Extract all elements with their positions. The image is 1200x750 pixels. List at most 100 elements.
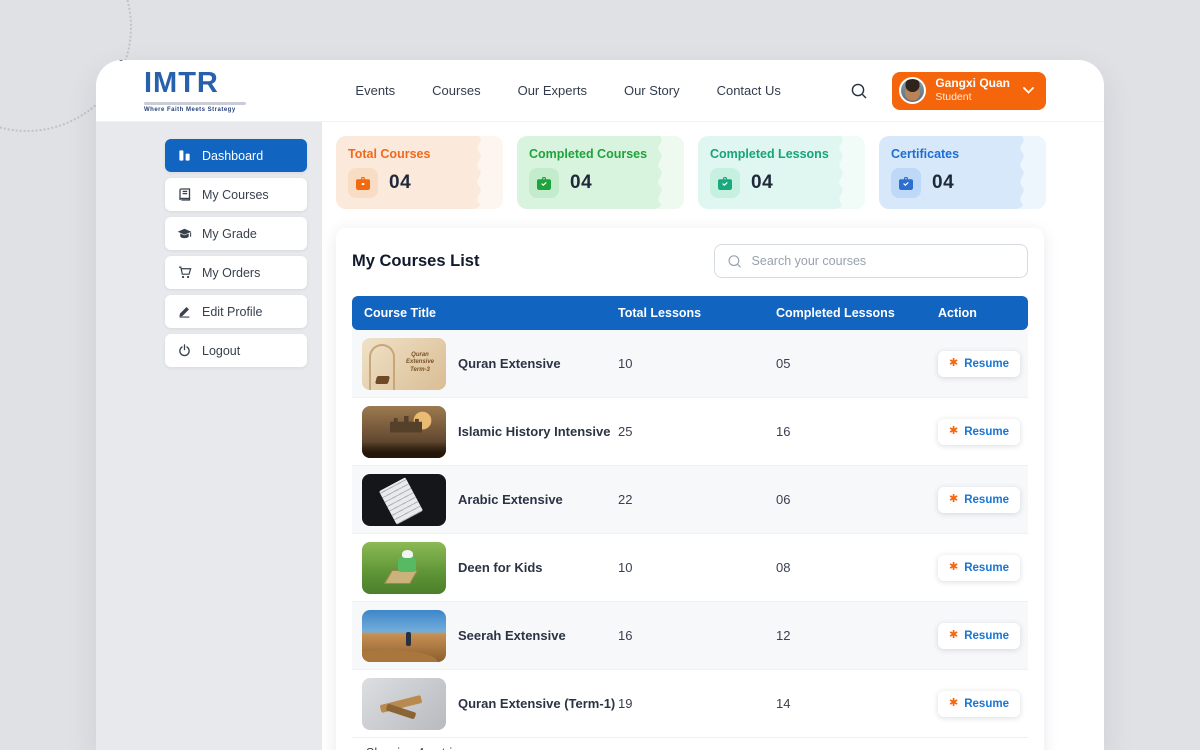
resume-button[interactable]: ✱Resume <box>938 623 1020 649</box>
brand-logo[interactable]: IMTR Where Faith Meets Strategy <box>144 69 246 113</box>
sidebar-item-label: Logout <box>202 344 240 358</box>
course-search[interactable] <box>714 244 1028 278</box>
stat-label: Certificates <box>891 147 1034 161</box>
search-icon <box>727 253 743 270</box>
nav-our-story[interactable]: Our Story <box>624 83 680 98</box>
resume-button[interactable]: ✱Resume <box>938 555 1020 581</box>
sidebar: Dashboard My Courses My Grade My Orders <box>96 122 322 750</box>
star-icon: ✱ <box>949 494 958 505</box>
nav-contact-us[interactable]: Contact Us <box>717 83 781 98</box>
total-lessons: 25 <box>618 424 776 439</box>
briefcase-icon <box>529 168 559 198</box>
sidebar-item-my-courses[interactable]: My Courses <box>165 178 307 211</box>
sidebar-item-my-grade[interactable]: My Grade <box>165 217 307 250</box>
sidebar-item-my-orders[interactable]: My Orders <box>165 256 307 289</box>
star-icon: ✱ <box>949 426 958 437</box>
user-menu[interactable]: Gangxi Quan Student <box>892 72 1046 110</box>
stats-row: Total Courses 04 Completed Courses <box>336 136 1104 209</box>
completed-lessons: 08 <box>776 560 938 575</box>
stat-value: 04 <box>570 172 592 194</box>
course-thumbnail <box>362 406 446 458</box>
completed-lessons: 05 <box>776 356 938 371</box>
sidebar-item-label: My Orders <box>202 266 260 280</box>
briefcase-icon <box>348 168 378 198</box>
star-icon: ✱ <box>949 630 958 641</box>
nav-our-experts[interactable]: Our Experts <box>518 83 587 98</box>
app-header: IMTR Where Faith Meets Strategy Events C… <box>96 60 1104 122</box>
table-row: Quran Extensive (Term-1) 19 14 ✱Resume <box>352 670 1028 738</box>
course-thumbnail: Quran Extensive Term-3 <box>362 338 446 390</box>
total-lessons: 22 <box>618 492 776 507</box>
nav-courses[interactable]: Courses <box>432 83 480 98</box>
briefcase-icon <box>891 168 921 198</box>
course-title: Quran Extensive (Term-1) <box>458 696 615 711</box>
col-completed-lessons: Completed Lessons <box>776 306 938 320</box>
sidebar-item-label: Dashboard <box>202 149 263 163</box>
nav-events[interactable]: Events <box>355 83 395 98</box>
completed-lessons: 12 <box>776 628 938 643</box>
logo-dots <box>109 60 123 61</box>
total-lessons: 16 <box>618 628 776 643</box>
thumbnail-text: Quran Extensive Term-3 <box>398 352 442 375</box>
completed-lessons: 16 <box>776 424 938 439</box>
search-icon[interactable] <box>850 82 868 100</box>
stat-value: 04 <box>932 172 954 194</box>
total-lessons: 10 <box>618 560 776 575</box>
app-body: Dashboard My Courses My Grade My Orders <box>96 122 1104 750</box>
main-content: Total Courses 04 Completed Courses <box>322 122 1104 750</box>
total-lessons: 19 <box>618 696 776 711</box>
table-header: Course Title Total Lessons Completed Les… <box>352 296 1028 330</box>
course-title: Quran Extensive <box>458 356 561 371</box>
course-thumbnail <box>362 542 446 594</box>
book-icon <box>177 188 192 201</box>
course-search-input[interactable] <box>752 254 1015 268</box>
logo-microtext <box>144 102 246 105</box>
total-lessons: 10 <box>618 356 776 371</box>
stat-label: Completed Courses <box>529 147 672 161</box>
graduation-cap-icon <box>177 228 192 240</box>
panel-title: My Courses List <box>352 252 479 271</box>
stat-card-completed-lessons: Completed Lessons 04 <box>698 136 865 209</box>
resume-button[interactable]: ✱Resume <box>938 351 1020 377</box>
stat-value: 04 <box>389 172 411 194</box>
user-name: Gangxi Quan <box>935 76 1010 91</box>
brand-tagline: Where Faith Meets Strategy <box>144 107 246 113</box>
col-course-title: Course Title <box>352 306 618 320</box>
main-nav: Events Courses Our Experts Our Story Con… <box>355 83 780 98</box>
course-title: Seerah Extensive <box>458 628 566 643</box>
sidebar-item-dashboard[interactable]: Dashboard <box>165 139 307 172</box>
course-title: Arabic Extensive <box>458 492 563 507</box>
sidebar-item-edit-profile[interactable]: Edit Profile <box>165 295 307 328</box>
sidebar-item-label: Edit Profile <box>202 305 262 319</box>
brand-name: IMTR <box>144 69 246 98</box>
sidebar-item-label: My Grade <box>202 227 257 241</box>
briefcase-icon <box>710 168 740 198</box>
sidebar-item-logout[interactable]: Logout <box>165 334 307 367</box>
col-action: Action <box>938 306 1028 320</box>
star-icon: ✱ <box>949 562 958 573</box>
power-icon <box>177 344 192 357</box>
stat-label: Completed Lessons <box>710 147 853 161</box>
pencil-icon <box>177 305 192 318</box>
dashboard-icon <box>177 149 192 162</box>
course-title: Deen for Kids <box>458 560 543 575</box>
stat-card-certificates: Certificates 04 <box>879 136 1046 209</box>
table-row: Arabic Extensive 22 06 ✱Resume <box>352 466 1028 534</box>
star-icon: ✱ <box>949 358 958 369</box>
table-row: Quran Extensive Term-3 Quran Extensive 1… <box>352 330 1028 398</box>
header-right: Gangxi Quan Student <box>850 72 1046 110</box>
sidebar-item-label: My Courses <box>202 188 269 202</box>
stat-card-completed-courses: Completed Courses 04 <box>517 136 684 209</box>
course-thumbnail <box>362 474 446 526</box>
table-row: Islamic History Intensive 25 16 ✱Resume <box>352 398 1028 466</box>
table-row: Deen for Kids 10 08 ✱Resume <box>352 534 1028 602</box>
app-window: IMTR Where Faith Meets Strategy Events C… <box>96 60 1104 750</box>
resume-button[interactable]: ✱Resume <box>938 691 1020 717</box>
table-row: Seerah Extensive 16 12 ✱Resume <box>352 602 1028 670</box>
course-thumbnail <box>362 610 446 662</box>
user-role: Student <box>935 91 971 104</box>
completed-lessons: 06 <box>776 492 938 507</box>
course-title: Islamic History Intensive <box>458 424 610 439</box>
resume-button[interactable]: ✱Resume <box>938 487 1020 513</box>
resume-button[interactable]: ✱Resume <box>938 419 1020 445</box>
